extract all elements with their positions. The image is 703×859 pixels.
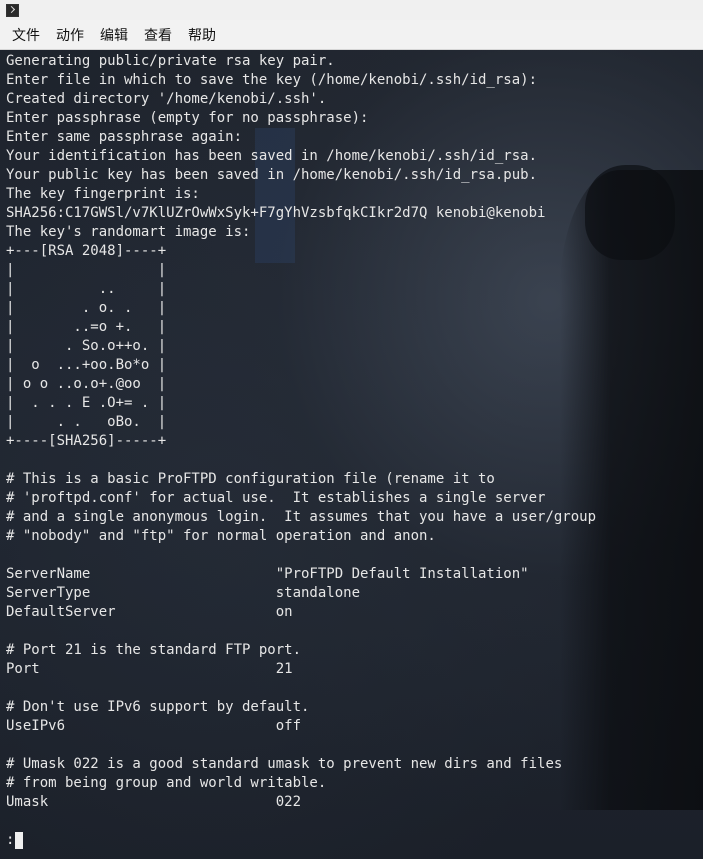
terminal-line: SHA256:C17GWSl/v7KlUZrOwWxSyk+F7gYhVzsbf…: [6, 205, 546, 221]
terminal-text: Generating public/private rsa key pair. E…: [6, 52, 696, 812]
terminal-icon: [6, 3, 19, 17]
terminal-line: Your public key has been saved in /home/…: [6, 167, 538, 183]
terminal-line: | |: [6, 262, 167, 278]
terminal-line: # "nobody" and "ftp" for normal operatio…: [6, 528, 436, 544]
text-cursor: [15, 832, 24, 849]
menu-view[interactable]: 查看: [138, 21, 178, 49]
terminal-line: Created directory '/home/kenobi/.ssh'.: [6, 91, 327, 107]
terminal-line: # 'proftpd.conf' for actual use. It esta…: [6, 490, 546, 506]
terminal-line: # Don't use IPv6 support by default.: [6, 699, 310, 715]
terminal-line: Enter file in which to save the key (/ho…: [6, 72, 538, 88]
prompt-text: :: [6, 832, 15, 848]
terminal-line: +---[RSA 2048]----+: [6, 243, 167, 259]
terminal-line: The key fingerprint is:: [6, 186, 200, 202]
terminal-line: UseIPv6 off: [6, 718, 302, 734]
terminal-line: # Port 21 is the standard FTP port.: [6, 642, 302, 658]
menu-bar: 文件 动作 编辑 查看 帮助: [0, 20, 703, 50]
terminal-line: Enter same passphrase again:: [6, 129, 243, 145]
menu-help[interactable]: 帮助: [182, 21, 222, 49]
terminal-line: The key's randomart image is:: [6, 224, 251, 240]
menu-edit[interactable]: 编辑: [94, 21, 134, 49]
terminal-line: Enter passphrase (empty for no passphras…: [6, 110, 369, 126]
terminal-line: Port 21: [6, 661, 293, 677]
menu-file[interactable]: 文件: [6, 21, 46, 49]
terminal-line: | .. |: [6, 281, 167, 297]
terminal-line: # Umask 022 is a good standard umask to …: [6, 756, 563, 772]
terminal-line: | . . . E .O+= . |: [6, 395, 167, 411]
terminal-line: # This is a basic ProFTPD configuration …: [6, 471, 495, 487]
terminal-output-area[interactable]: Generating public/private rsa key pair. E…: [0, 52, 703, 859]
terminal-line: | . o. . |: [6, 300, 167, 316]
terminal-line: # and a single anonymous login. It assum…: [6, 509, 597, 525]
terminal-line: | . . oBo. |: [6, 414, 167, 430]
terminal-line: | . So.o++o. |: [6, 338, 167, 354]
terminal-line: | ..=o +. |: [6, 319, 167, 335]
terminal-line: # from being group and world writable.: [6, 775, 327, 791]
terminal-line: DefaultServer on: [6, 604, 293, 620]
title-bar: [0, 0, 703, 20]
terminal-line: +----[SHA256]-----+: [6, 433, 167, 449]
pager-prompt[interactable]: :: [6, 831, 24, 850]
terminal-line: Generating public/private rsa key pair.: [6, 53, 335, 69]
terminal-line: | o ...+oo.Bo*o |: [6, 357, 167, 373]
terminal-window: 文件 动作 编辑 查看 帮助 Generating public/private…: [0, 0, 703, 859]
terminal-line: Umask 022: [6, 794, 302, 810]
terminal-line: ServerType standalone: [6, 585, 361, 601]
menu-actions[interactable]: 动作: [50, 21, 90, 49]
terminal-line: Your identification has been saved in /h…: [6, 148, 538, 164]
terminal-line: ServerName "ProFTPD Default Installation…: [6, 566, 529, 582]
terminal-line: | o o ..o.o+.@oo |: [6, 376, 167, 392]
